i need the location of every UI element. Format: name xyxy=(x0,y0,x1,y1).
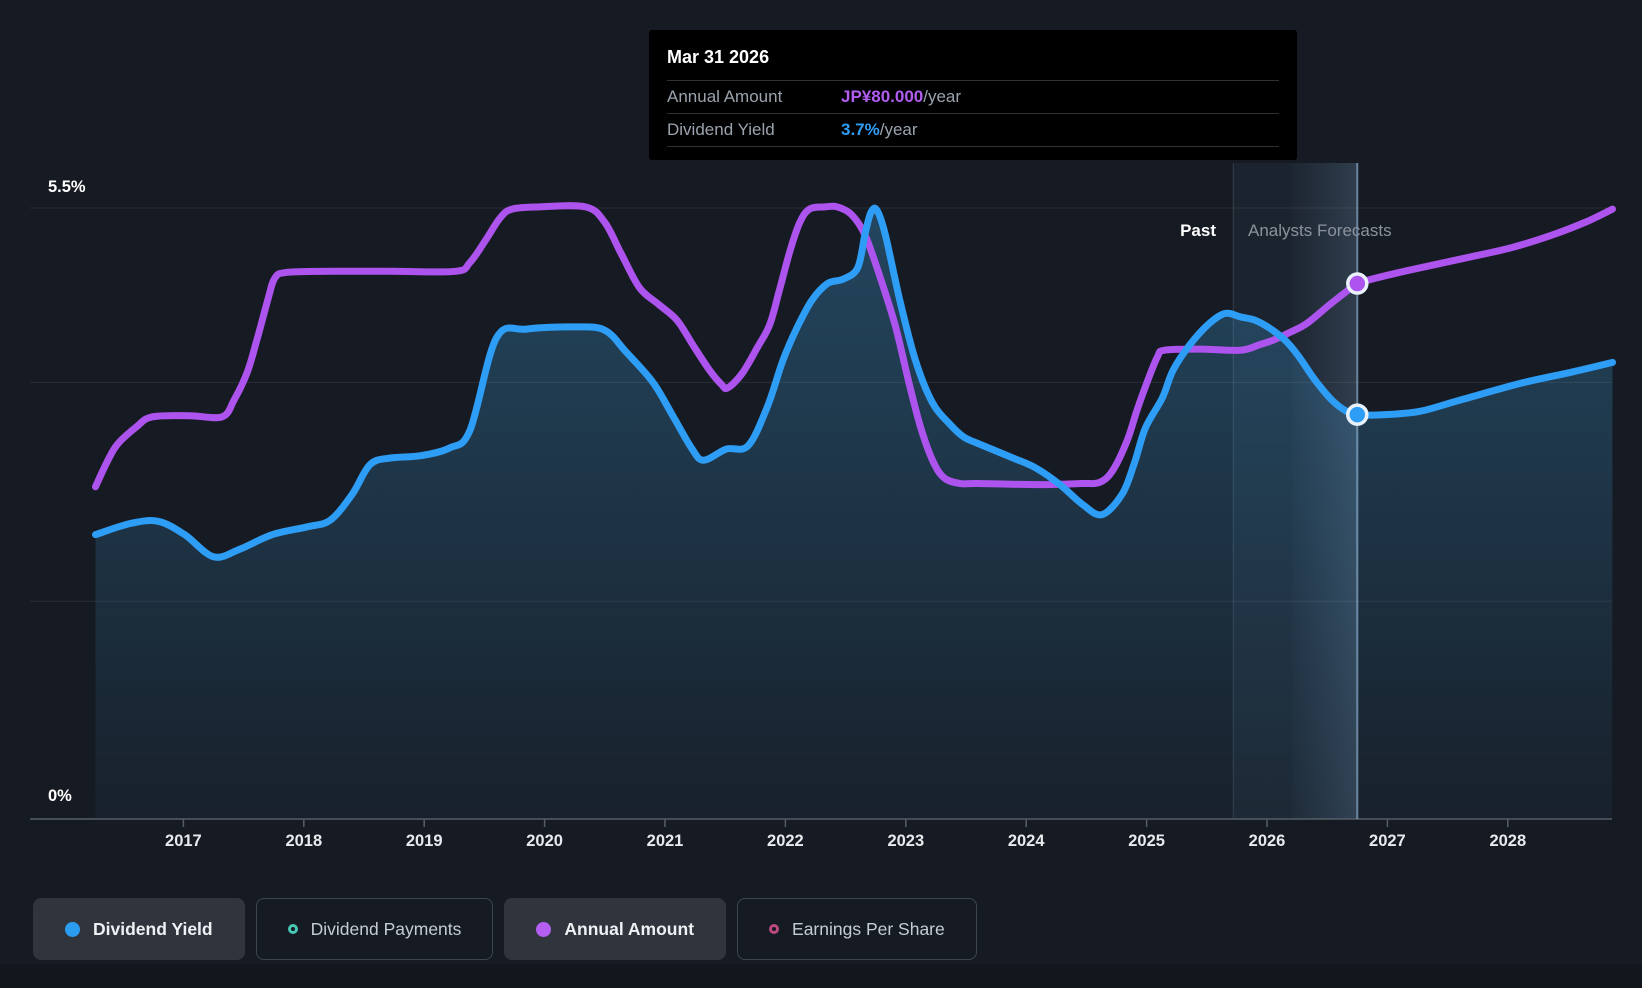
annual-amount-marker-icon xyxy=(536,921,552,937)
hover-highlight-band xyxy=(1292,163,1358,819)
x-tick-label: 2028 xyxy=(1489,832,1526,850)
legend-label: Earnings Per Share xyxy=(792,918,945,939)
chart-legend: Dividend Yield Dividend Payments Annual Am… xyxy=(33,898,977,960)
annual-amount-marker[interactable] xyxy=(1346,272,1369,295)
x-tick-label: 2022 xyxy=(767,832,804,850)
tooltip-date: Mar 31 2026 xyxy=(667,30,1279,81)
tooltip-row-0: Annual Amount JP¥80.000/year xyxy=(667,81,1279,114)
x-tick-label: 2024 xyxy=(1008,832,1046,850)
legend-button-dividend-yield[interactable]: Dividend Yield xyxy=(33,898,245,960)
tooltip-row-suffix: /year xyxy=(879,120,918,139)
dividend-chart-panel: 2017 2018 2019 2020 2021 2022 2023 2024 2025 2026… xyxy=(0,0,1642,988)
legend-label: Annual Amount xyxy=(564,918,695,939)
dividend-yield-marker[interactable] xyxy=(1346,403,1369,426)
tooltip-row-value: 3.7% xyxy=(841,120,880,139)
x-tick-label: 2019 xyxy=(406,832,443,850)
tooltip-row-suffix: /year xyxy=(923,87,962,106)
hover-tooltip: Mar 31 2026 Annual Amount JP¥80.000/year D… xyxy=(649,30,1297,160)
footer-strip xyxy=(0,964,1642,988)
forecast-region-band xyxy=(1233,163,1293,819)
legend-button-annual-amount[interactable]: Annual Amount xyxy=(504,898,727,960)
x-tick-label: 2026 xyxy=(1249,832,1286,850)
x-tick-label: 2021 xyxy=(647,832,684,850)
tooltip-row-label: Annual Amount xyxy=(667,87,783,106)
analysts-forecasts-label: Analysts Forecasts xyxy=(1248,221,1392,240)
past-label: Past xyxy=(1180,221,1216,240)
earnings-per-share-marker-icon xyxy=(769,924,780,934)
legend-label: Dividend Yield xyxy=(93,918,213,939)
legend-button-dividend-payments[interactable]: Dividend Payments xyxy=(255,898,494,960)
tooltip-row-1: Dividend Yield 3.7%/year xyxy=(667,114,1279,147)
x-tick-label: 2018 xyxy=(285,832,322,850)
tooltip-row-label: Dividend Yield xyxy=(667,120,775,139)
legend-button-earnings-per-share[interactable]: Earnings Per Share xyxy=(737,898,977,960)
x-tick-label: 2027 xyxy=(1369,832,1406,850)
x-tick-label: 2020 xyxy=(526,832,563,850)
x-tick-label: 2017 xyxy=(165,832,202,850)
dividend-yield-area xyxy=(95,208,1613,819)
x-tick-label: 2025 xyxy=(1128,832,1165,850)
y-axis-min-label: 0% xyxy=(48,787,72,805)
tooltip-row-value: JP¥80.000 xyxy=(841,87,924,106)
tooltip-rows: Annual Amount JP¥80.000/year Dividend Yiel… xyxy=(667,81,1279,147)
x-tick-label: 2023 xyxy=(887,832,924,850)
dividend-payments-marker-icon xyxy=(287,924,298,934)
legend-label: Dividend Payments xyxy=(310,918,462,939)
y-axis-max-label: 5.5% xyxy=(48,178,86,196)
dividend-yield-marker-icon xyxy=(65,921,80,937)
